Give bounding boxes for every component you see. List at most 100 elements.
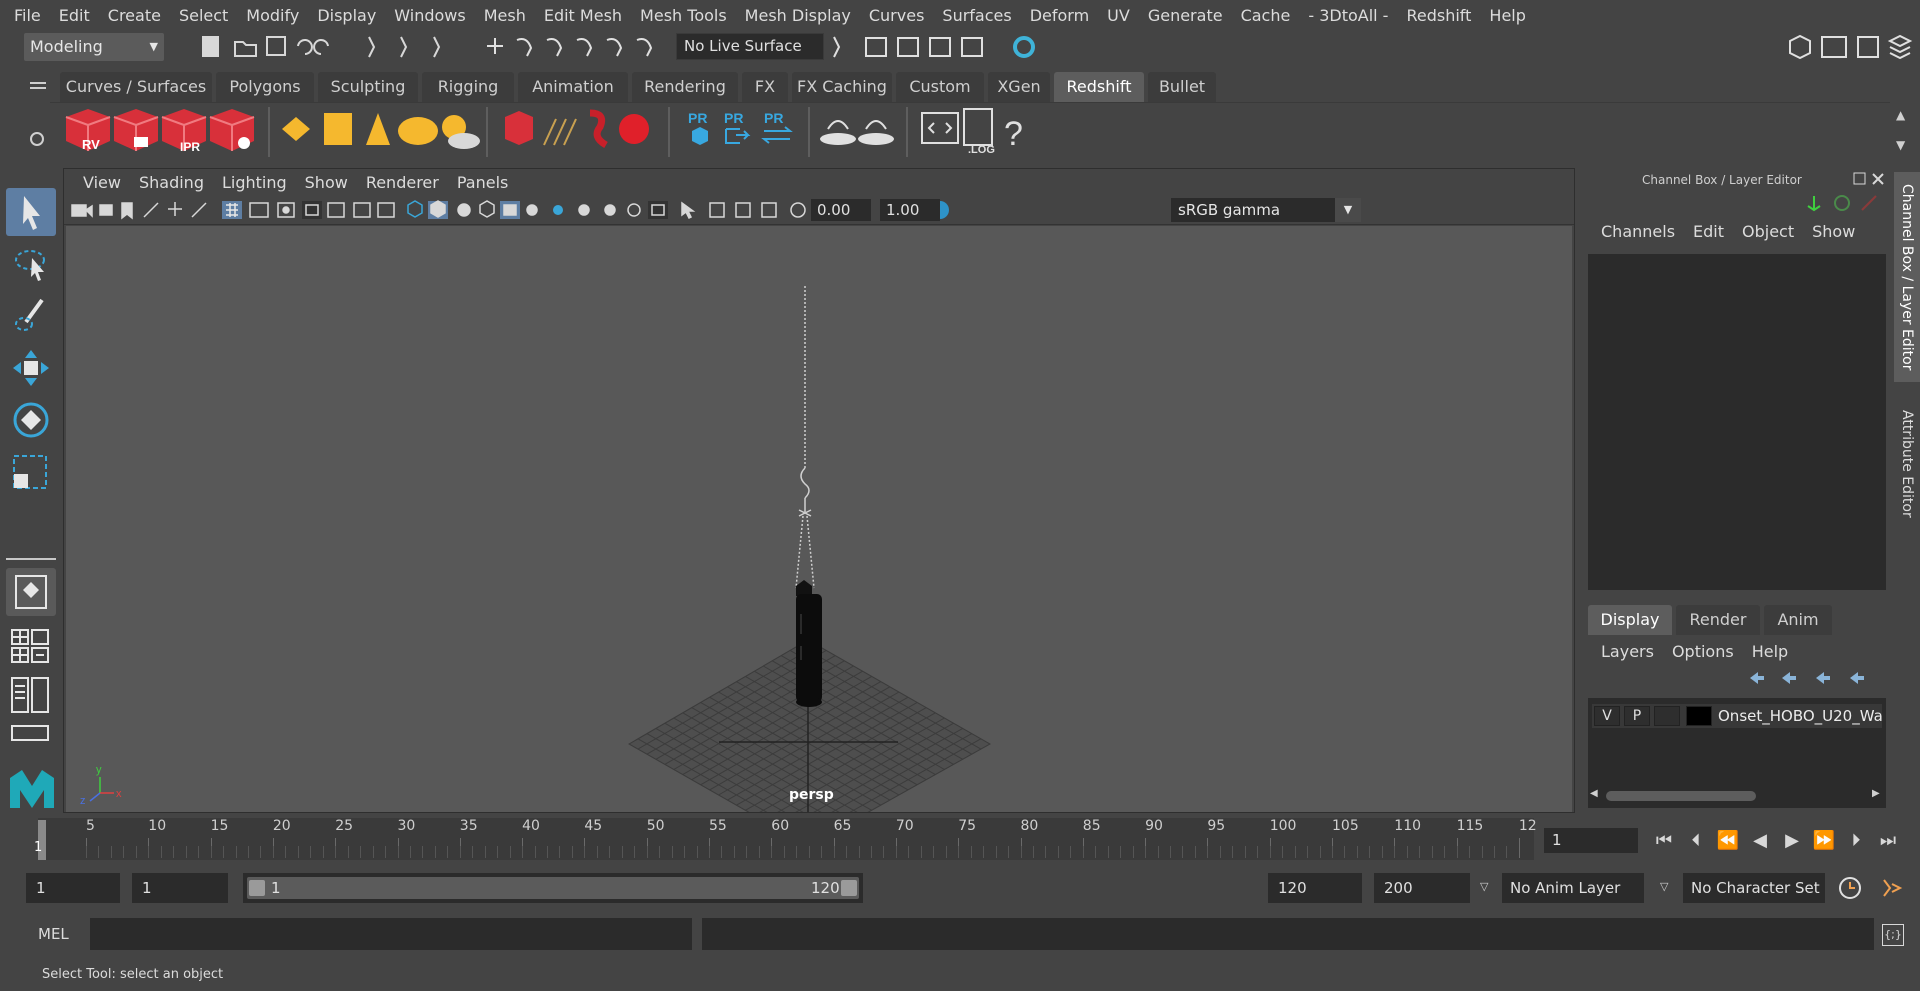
- menu-mesh-display[interactable]: Mesh Display: [736, 6, 860, 25]
- shelf-tab-fx[interactable]: FX: [742, 72, 788, 102]
- step-forward-frame-icon[interactable]: ⏩: [1810, 830, 1838, 852]
- render-icons[interactable]: [826, 34, 1126, 60]
- channels-menu[interactable]: Channels: [1592, 222, 1684, 241]
- help-menu[interactable]: Help: [1743, 642, 1797, 661]
- script-editor-icon[interactable]: {;}: [1882, 924, 1904, 946]
- menu-deform[interactable]: Deform: [1021, 6, 1098, 25]
- menu-windows[interactable]: Windows: [385, 6, 474, 25]
- menu-modify[interactable]: Modify: [237, 6, 308, 25]
- menu-create[interactable]: Create: [99, 6, 170, 25]
- current-frame-field[interactable]: 1: [1544, 828, 1638, 853]
- anim-pref-icons[interactable]: [1836, 874, 1916, 902]
- layer-visibility-toggle[interactable]: V: [1594, 706, 1620, 726]
- layer-action-icons[interactable]: [1744, 666, 1884, 690]
- layer-color-swatch[interactable]: [1686, 706, 1712, 726]
- layer-tab-display[interactable]: Display: [1588, 605, 1672, 635]
- shelf-settings-gear-icon[interactable]: [30, 132, 44, 146]
- menu-display[interactable]: Display: [308, 6, 385, 25]
- menu-select[interactable]: Select: [170, 6, 237, 25]
- chevron-down-icon[interactable]: ▽: [1480, 880, 1488, 893]
- view-transform-dropdown[interactable]: sRGB gamma ▼: [1171, 198, 1361, 222]
- play-backwards-icon[interactable]: ◀: [1746, 830, 1774, 852]
- workspace-icons[interactable]: [1786, 33, 1920, 61]
- menu-help[interactable]: Help: [1480, 6, 1534, 25]
- viewport-menu-view[interactable]: View: [74, 173, 130, 192]
- menu-file[interactable]: File: [5, 6, 50, 25]
- side-tab-channel-box[interactable]: Channel Box / Layer Editor: [1894, 172, 1920, 382]
- script-language-label[interactable]: MEL: [38, 925, 69, 943]
- menu-edit[interactable]: Edit: [50, 6, 99, 25]
- object-menu[interactable]: Object: [1733, 222, 1803, 241]
- shelf-tab-fx-caching[interactable]: FX Caching: [792, 72, 892, 102]
- lasso-tool[interactable]: [6, 240, 56, 288]
- shelf-tab-polygons[interactable]: Polygons: [216, 72, 314, 102]
- viewport-menu-show[interactable]: Show: [296, 173, 357, 192]
- layer-tab-render[interactable]: Render: [1676, 605, 1760, 635]
- side-tab-attribute-editor[interactable]: Attribute Editor: [1894, 394, 1920, 534]
- step-back-key-icon[interactable]: ⏴: [1682, 830, 1710, 852]
- viewport-menu-renderer[interactable]: Renderer: [357, 173, 448, 192]
- shelf-tab-xgen[interactable]: XGen: [988, 72, 1050, 102]
- range-start-handle[interactable]: [249, 880, 265, 896]
- time-slider[interactable]: 1 5 10 15 20 25 30 35 40 45 50 55 60 65 70 75 80 85 90 95 1…: [34, 818, 1537, 860]
- rotate-tool[interactable]: [6, 396, 56, 444]
- shelf-tab-redshift[interactable]: Redshift: [1054, 72, 1144, 102]
- step-back-frame-icon[interactable]: ⏪: [1714, 830, 1742, 852]
- edit-menu[interactable]: Edit: [1684, 222, 1733, 241]
- viewport-menu-shading[interactable]: Shading: [130, 173, 213, 192]
- gamma-field[interactable]: 1.00: [880, 199, 940, 221]
- select-tool[interactable]: [6, 188, 56, 236]
- go-to-end-icon[interactable]: ⏭: [1874, 830, 1902, 852]
- channel-box-mode-icons[interactable]: [1804, 192, 1890, 214]
- character-set-dropdown[interactable]: No Character Set: [1683, 873, 1825, 903]
- exposure-field[interactable]: 0.00: [811, 199, 871, 221]
- scale-tool[interactable]: [6, 448, 56, 496]
- chevron-down-icon[interactable]: ▽: [1660, 880, 1668, 893]
- shelf-tab-bullet[interactable]: Bullet: [1148, 72, 1216, 102]
- paint-select-tool[interactable]: [6, 292, 56, 340]
- shelf-scroll-up-icon[interactable]: ▲: [1896, 108, 1905, 122]
- scrollbar-thumb[interactable]: [1606, 791, 1756, 801]
- live-surface-field[interactable]: No Live Surface: [676, 33, 824, 60]
- play-forwards-icon[interactable]: ▶: [1778, 830, 1806, 852]
- chevron-left-icon[interactable]: ◀: [1590, 788, 1598, 799]
- menu-cache[interactable]: Cache: [1232, 6, 1300, 25]
- go-to-start-icon[interactable]: ⏮: [1650, 830, 1678, 852]
- shelf-tab-curves-surfaces[interactable]: Curves / Surfaces: [60, 72, 212, 102]
- shelf-tab-rendering[interactable]: Rendering: [632, 72, 738, 102]
- shelf-tab-rigging[interactable]: Rigging: [422, 72, 514, 102]
- scene-start-field[interactable]: 1: [26, 873, 120, 903]
- range-end-handle[interactable]: [841, 880, 857, 896]
- layers-menu[interactable]: Layers: [1592, 642, 1663, 661]
- viewport-menu-panels[interactable]: Panels: [448, 173, 518, 192]
- shelf-tab-custom[interactable]: Custom: [896, 72, 984, 102]
- menu-curves[interactable]: Curves: [860, 6, 934, 25]
- playback-start-field[interactable]: 1: [132, 873, 228, 903]
- shelf-tab-sculpting[interactable]: Sculpting: [318, 72, 418, 102]
- menu-redshift[interactable]: Redshift: [1397, 6, 1480, 25]
- show-menu[interactable]: Show: [1803, 222, 1864, 241]
- layer-name[interactable]: Onset_HOBO_U20_Wa: [1718, 704, 1886, 728]
- move-tool[interactable]: [6, 344, 56, 392]
- scene-end-field[interactable]: 200: [1374, 873, 1470, 903]
- 3d-viewport[interactable]: y x z: [66, 226, 1572, 812]
- menu-generate[interactable]: Generate: [1139, 6, 1232, 25]
- menu-mesh[interactable]: Mesh: [475, 6, 535, 25]
- command-input[interactable]: [90, 918, 692, 950]
- layer-tab-anim[interactable]: Anim: [1764, 605, 1832, 635]
- channel-box-area[interactable]: [1588, 254, 1886, 590]
- range-slider[interactable]: 1 120: [243, 873, 863, 903]
- menu-mesh-tools[interactable]: Mesh Tools: [631, 6, 736, 25]
- layer-playback-toggle[interactable]: P: [1624, 706, 1650, 726]
- menu-edit-mesh[interactable]: Edit Mesh: [535, 6, 631, 25]
- menu-set-dropdown[interactable]: Modeling ▼: [24, 33, 164, 61]
- shelf-icons[interactable]: RV IPR PR PR PR .LOG ?: [50, 103, 1890, 161]
- snap-icons[interactable]: [484, 34, 674, 60]
- menu-uv[interactable]: UV: [1098, 6, 1139, 25]
- menu-surfaces[interactable]: Surfaces: [933, 6, 1020, 25]
- shelf-menu-icon[interactable]: [30, 82, 46, 84]
- menu-3dtoall[interactable]: - 3DtoAll -: [1299, 6, 1397, 25]
- layer-list-scrollbar[interactable]: ◀ ▶: [1588, 788, 1886, 804]
- options-menu[interactable]: Options: [1663, 642, 1743, 661]
- anim-layer-dropdown[interactable]: No Anim Layer: [1502, 873, 1644, 903]
